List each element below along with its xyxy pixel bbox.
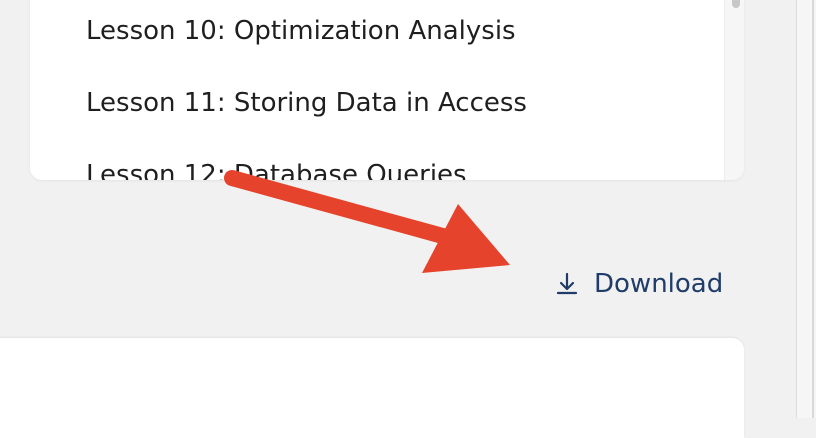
page: Lesson 10: Optimization Analysis Lesson … (0, 0, 816, 438)
lesson-item-11[interactable]: Lesson 11: Storing Data in Access (86, 87, 527, 119)
lessons-card: Lesson 10: Optimization Analysis Lesson … (30, 0, 744, 180)
lesson-list: Lesson 10: Optimization Analysis Lesson … (30, 0, 724, 180)
lesson-item-10[interactable]: Lesson 10: Optimization Analysis (86, 15, 516, 47)
download-link[interactable]: Download (552, 264, 723, 304)
content-area: Lesson 10: Optimization Analysis Lesson … (0, 0, 796, 438)
lesson-list-scrollbar[interactable] (724, 0, 744, 180)
download-label: Download (594, 269, 724, 299)
right-scrollbar[interactable] (796, 0, 816, 418)
bottom-panel (0, 338, 744, 438)
right-scrollbar-divider (812, 0, 814, 418)
lesson-list-scrollbar-thumb[interactable] (732, 0, 740, 8)
lesson-item-12[interactable]: Lesson 12: Database Queries (86, 159, 467, 180)
download-icon (552, 269, 582, 299)
